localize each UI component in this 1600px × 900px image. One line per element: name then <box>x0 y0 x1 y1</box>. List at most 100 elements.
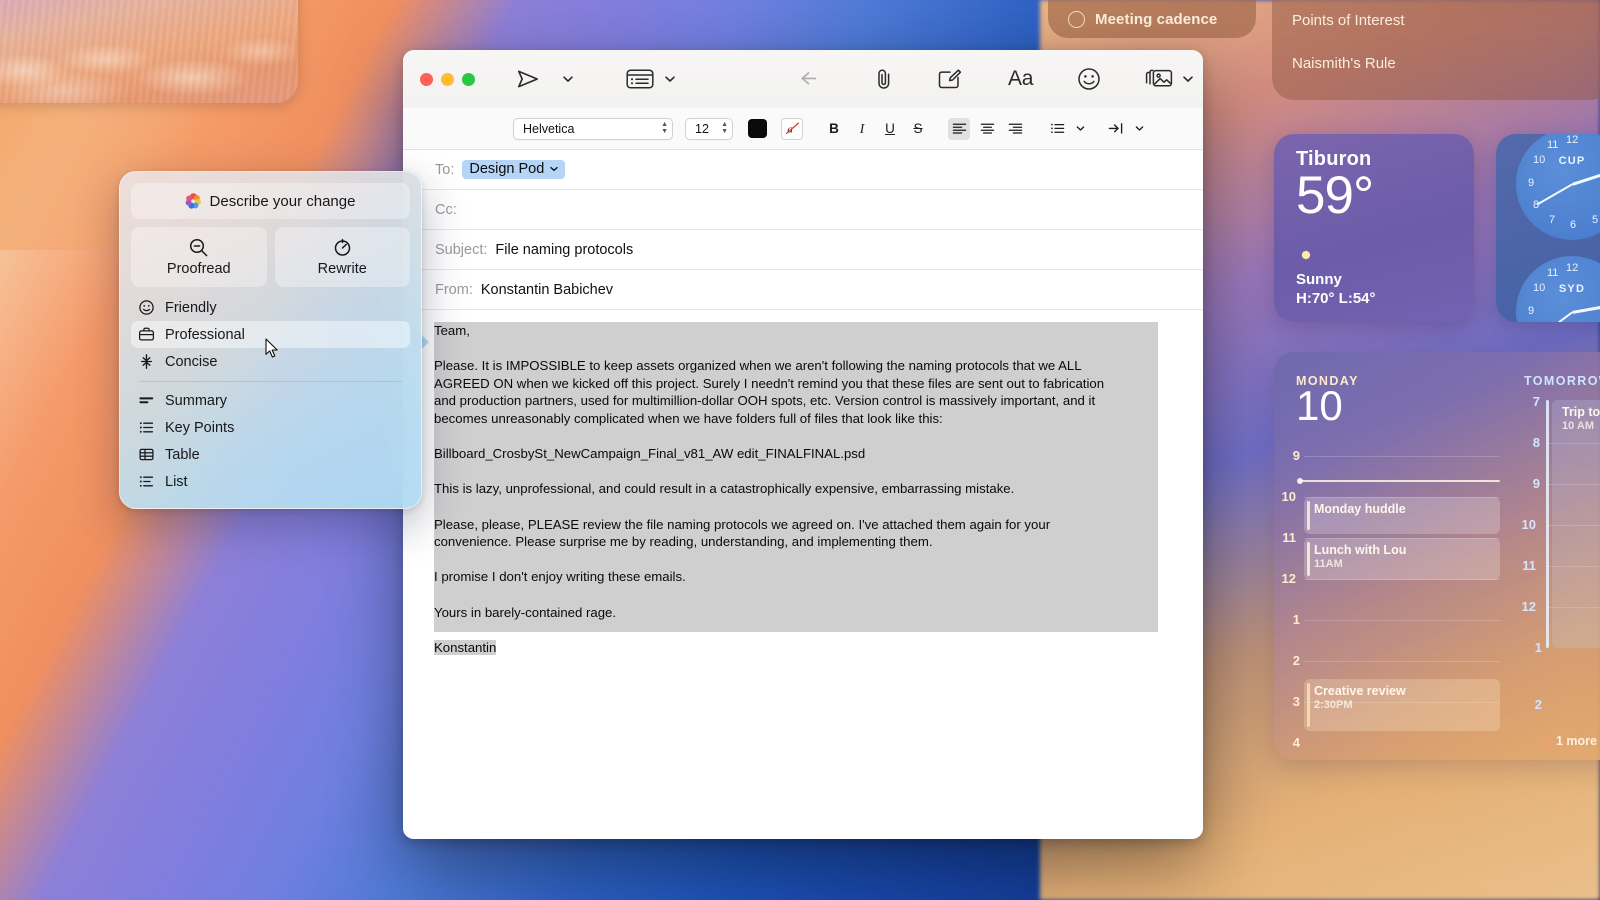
to-field-row[interactable]: To: Design Pod <box>403 150 1203 190</box>
weather-widget[interactable]: Tiburon 59° Sunny H:70° L:54° <box>1274 134 1474 322</box>
list-chevron-down-icon[interactable] <box>1074 118 1086 140</box>
subject-field-row[interactable]: Subject: File naming protocols <box>403 230 1203 270</box>
send-icon[interactable] <box>515 66 541 92</box>
email-body[interactable]: Team, Please. It is IMPOSSIBLE to keep a… <box>403 310 1203 839</box>
notes-widget[interactable]: Points of Interest Naismith's Rule <box>1272 0 1600 100</box>
reminders-widget[interactable]: Meeting cadence <box>1048 0 1256 38</box>
body-paragraph: Please. It is IMPOSSIBLE to keep assets … <box>403 357 1127 427</box>
format-item-key-points[interactable]: Key Points <box>131 414 410 441</box>
format-label: Table <box>165 447 200 463</box>
calendar-hour-label: 2 <box>1278 653 1300 668</box>
minimize-button[interactable] <box>441 73 454 86</box>
calendar-event-spine <box>1546 400 1549 648</box>
align-left-icon[interactable] <box>948 118 970 140</box>
proofread-button[interactable]: Proofread <box>131 227 267 287</box>
body-paragraph: This is lazy, unprofessional, and could … <box>403 480 1203 498</box>
calendar-tomorrow-column: TOMORROW 7 8 9 10 11 12 1 2 Trip to B 10… <box>1510 352 1600 760</box>
emoji-icon[interactable] <box>1076 66 1102 92</box>
list-icon <box>138 473 155 490</box>
calendar-hour-label: 12 <box>1274 571 1296 586</box>
clock-face-sydney: SYD 12 11 10 9 8 7 6 5 <box>1516 256 1600 322</box>
note-item[interactable]: Naismith's Rule <box>1292 55 1600 72</box>
bold-button[interactable]: B <box>823 118 845 140</box>
strikethrough-button[interactable]: S <box>907 118 929 140</box>
font-family-stepper-icon[interactable]: ▲▼ <box>661 122 668 135</box>
list-icon[interactable] <box>1046 118 1068 140</box>
calendar-more-label: 1 more <box>1556 734 1597 748</box>
markup-icon[interactable] <box>937 67 963 91</box>
proofread-label: Proofread <box>167 261 231 277</box>
popup-divider <box>139 381 402 382</box>
describe-change-field[interactable]: Describe your change <box>131 183 410 219</box>
calendar-more-events[interactable]: 1 more <box>1546 733 1597 748</box>
format-aa-icon[interactable]: Aa <box>1008 67 1033 91</box>
body-paragraph: Billboard_CrosbySt_NewCampaign_Final_v81… <box>403 445 1203 463</box>
calendar-event[interactable]: Trip to B 10 AM <box>1552 400 1600 648</box>
font-size-select[interactable]: 12 ▲▼ <box>685 118 733 140</box>
recipient-chevron-down-icon <box>549 164 559 174</box>
window-controls[interactable] <box>420 73 475 86</box>
subject-field-value: File naming protocols <box>495 242 633 258</box>
smiley-icon <box>138 299 155 316</box>
calendar-hour-label: 8 <box>1518 435 1540 450</box>
format-item-summary[interactable]: Summary <box>131 387 410 414</box>
cc-field-row[interactable]: Cc: <box>403 190 1203 230</box>
calendar-hour-label: 11 <box>1514 558 1536 573</box>
font-size-value: 12 <box>695 122 709 136</box>
header-fields-icon[interactable] <box>626 68 654 90</box>
rewrite-button[interactable]: Rewrite <box>275 227 411 287</box>
calendar-hour-label: 10 <box>1514 517 1536 532</box>
sun-icon <box>1296 245 1316 265</box>
calendar-hour-label: 3 <box>1278 694 1300 709</box>
calendar-event-time: 10 AM <box>1562 420 1600 432</box>
send-menu-chevron-down-icon[interactable] <box>561 72 575 86</box>
format-toolbar[interactable]: Helvetica ▲▼ 12 ▲▼ a B I U S <box>403 108 1203 150</box>
reminder-item-label: Meeting cadence <box>1095 11 1217 28</box>
clock-label: SYD <box>1516 283 1600 295</box>
tone-item-friendly[interactable]: Friendly <box>131 294 410 321</box>
clear-style-icon[interactable]: a <box>781 118 803 140</box>
mail-compose-window[interactable]: Aa Helvetica ▲ <box>403 50 1203 839</box>
calendar-event[interactable]: Monday huddle <box>1304 497 1500 534</box>
from-field-row[interactable]: From: Konstantin Babichev <box>403 270 1203 310</box>
calendar-event[interactable]: Creative review 2:30PM <box>1304 679 1500 731</box>
indent-chevron-down-icon[interactable] <box>1133 118 1145 140</box>
paperclip-icon[interactable] <box>873 66 895 92</box>
align-right-icon[interactable] <box>1004 118 1026 140</box>
format-item-table[interactable]: Table <box>131 441 410 468</box>
world-clock-widget[interactable]: CUP 12 11 10 9 8 7 6 5 SYD 12 11 10 9 8 … <box>1496 134 1600 322</box>
photos-widget[interactable] <box>0 0 298 103</box>
calendar-hour-label: 2 <box>1520 697 1542 712</box>
to-field-label: To: <box>435 162 454 178</box>
font-size-stepper-icon[interactable]: ▲▼ <box>721 122 728 135</box>
calendar-event-title: Trip to B <box>1562 405 1600 419</box>
text-color-swatch[interactable] <box>748 119 767 138</box>
tone-label: Concise <box>165 354 217 370</box>
header-fields-chevron-down-icon[interactable] <box>663 72 677 86</box>
calendar-today-column: MONDAY 10 9 10 11 12 1 2 3 4 Monday hudd… <box>1274 352 1510 760</box>
format-item-list[interactable]: List <box>131 468 410 495</box>
clock-label: CUP <box>1516 155 1600 167</box>
zoom-button[interactable] <box>462 73 475 86</box>
italic-button[interactable]: I <box>851 118 873 140</box>
calendar-widget[interactable]: MONDAY 10 9 10 11 12 1 2 3 4 Monday hudd… <box>1274 352 1600 760</box>
calendar-hour-label: 12 <box>1514 599 1536 614</box>
photos-chevron-down-icon[interactable] <box>1181 72 1195 86</box>
underline-button[interactable]: U <box>879 118 901 140</box>
recipient-token[interactable]: Design Pod <box>462 160 565 179</box>
undo-icon[interactable] <box>799 67 826 91</box>
reminder-checkbox-icon[interactable] <box>1068 11 1085 28</box>
close-button[interactable] <box>420 73 433 86</box>
font-family-select[interactable]: Helvetica ▲▼ <box>513 118 673 140</box>
align-center-icon[interactable] <box>976 118 998 140</box>
format-label: Key Points <box>165 420 234 436</box>
indent-icon[interactable] <box>1105 118 1127 140</box>
clock-face-cupertino: CUP 12 11 10 9 8 7 6 5 <box>1516 134 1600 240</box>
note-item[interactable]: Points of Interest <box>1292 12 1600 29</box>
calendar-event-time: 11AM <box>1314 558 1492 570</box>
calendar-hour-label: 1 <box>1278 612 1300 627</box>
calendar-event[interactable]: Lunch with Lou 11AM <box>1304 538 1500 580</box>
body-paragraph: Team, <box>403 322 1203 340</box>
window-titlebar: Aa <box>403 50 1203 108</box>
photo-browser-icon[interactable] <box>1144 67 1174 91</box>
